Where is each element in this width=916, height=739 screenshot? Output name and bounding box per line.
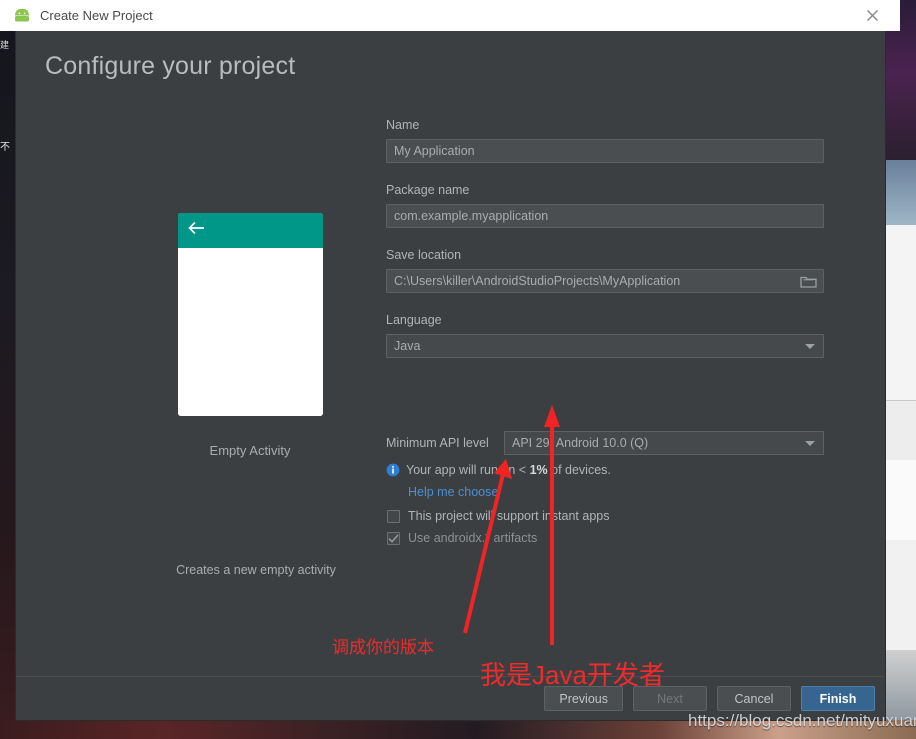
device-coverage-info: Your app will run on < 1% of devices. — [386, 463, 611, 477]
dialog-title-bar: Create New Project — [0, 0, 900, 31]
save-location-input[interactable]: C:\Users\killer\AndroidStudioProjects\My… — [386, 269, 824, 293]
language-select[interactable]: Java — [386, 334, 824, 358]
package-name-input-value: com.example.myapplication — [394, 209, 549, 223]
device-coverage-suffix: of devices. — [547, 463, 611, 477]
background-left-strip: 建 不 — [0, 0, 16, 739]
previous-button[interactable]: Previous — [544, 686, 623, 711]
close-icon[interactable] — [852, 0, 892, 31]
name-input-value: My Application — [394, 144, 475, 158]
device-coverage-prefix: Your app will run on < — [406, 463, 530, 477]
template-name: Empty Activity — [209, 443, 291, 458]
project-config-form: Name My Application Package name com.exa… — [386, 118, 826, 358]
background-left-text-1: 建 — [0, 40, 9, 50]
next-button[interactable]: Next — [633, 686, 707, 711]
background-right-strip — [885, 0, 916, 739]
instant-apps-label: This project will support instant apps — [408, 509, 610, 523]
background-left-text-2: 不 — [0, 142, 10, 153]
min-api-row: Minimum API level API 29: Android 10.0 (… — [386, 431, 824, 455]
finish-button[interactable]: Finish — [801, 686, 875, 711]
device-coverage-percent: 1% — [529, 463, 548, 477]
chevron-down-icon — [805, 344, 815, 349]
min-api-select[interactable]: API 29: Android 10.0 (Q) — [504, 431, 824, 455]
device-coverage-text: Your app will run on < 1% of devices. — [406, 463, 611, 477]
save-location-input-value: C:\Users\killer\AndroidStudioProjects\My… — [394, 274, 681, 288]
background-right-segment — [885, 460, 916, 540]
phone-appbar — [177, 213, 323, 248]
androidx-checkbox[interactable]: Use androidx.* artifacts — [387, 531, 537, 545]
check-icon — [388, 534, 399, 543]
background-right-segment — [885, 160, 916, 225]
android-robot-icon — [12, 8, 32, 23]
checkbox-box — [387, 509, 400, 523]
chevron-down-icon — [805, 441, 815, 446]
background-right-segment — [885, 225, 916, 400]
package-name-input[interactable]: com.example.myapplication — [386, 204, 824, 228]
template-preview: Empty Activity Creates a new empty activ… — [162, 213, 338, 577]
create-new-project-dialog: Create New Project Configure your projec… — [0, 0, 900, 720]
min-api-select-value: API 29: Android 10.0 (Q) — [512, 436, 649, 450]
instant-apps-checkbox[interactable]: This project will support instant apps — [387, 509, 609, 523]
info-icon — [386, 463, 400, 477]
checkbox-box — [387, 531, 400, 545]
back-arrow-icon — [187, 221, 206, 240]
watermark: https://blog.csdn.net/mityuxuan — [688, 711, 916, 730]
dialog-title: Create New Project — [40, 8, 153, 23]
cancel-button[interactable]: Cancel — [717, 686, 791, 711]
template-description: Creates a new empty activity — [176, 563, 336, 577]
name-input[interactable]: My Application — [386, 139, 824, 163]
name-label: Name — [386, 118, 420, 132]
folder-icon[interactable] — [800, 274, 817, 289]
background-right-segment — [885, 540, 916, 650]
package-name-label: Package name — [386, 183, 470, 197]
background-right-segment — [885, 400, 916, 460]
page-title: Configure your project — [45, 52, 296, 80]
language-label: Language — [386, 313, 442, 327]
save-location-label: Save location — [386, 248, 462, 262]
phone-content-area — [177, 248, 323, 416]
androidx-label: Use androidx.* artifacts — [408, 531, 538, 545]
min-api-label: Minimum API level — [386, 436, 489, 450]
phone-mockup — [177, 213, 323, 416]
language-select-value: Java — [394, 339, 421, 353]
help-me-choose-link[interactable]: Help me choose — [408, 485, 498, 499]
